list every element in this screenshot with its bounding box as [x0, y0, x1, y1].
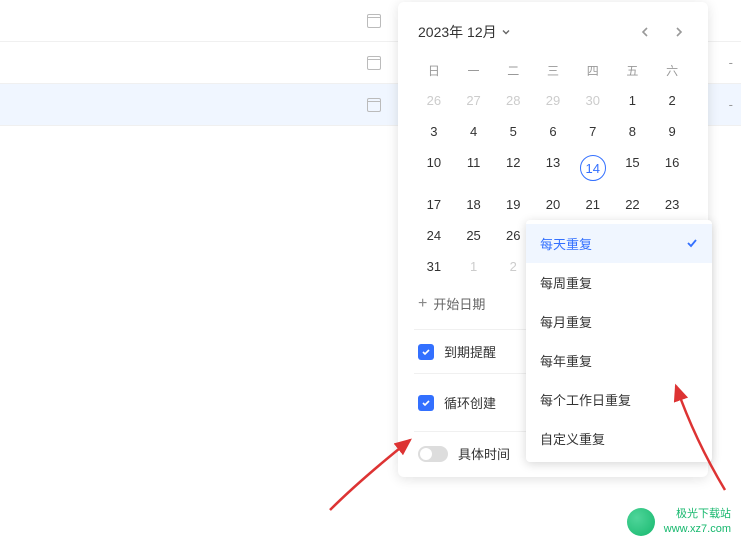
calendar-day[interactable]: 26: [414, 85, 454, 116]
repeat-dropdown-item[interactable]: 每周重复: [526, 263, 712, 302]
calendar-title: 2023年 12月: [418, 22, 497, 42]
calendar-day[interactable]: 12: [493, 147, 533, 189]
calendar-icon[interactable]: [367, 56, 381, 70]
calendar-week: 17181920212223: [414, 189, 692, 220]
chevron-down-icon: [501, 27, 511, 37]
calendar-day[interactable]: 25: [454, 220, 494, 251]
repeat-dropdown-item[interactable]: 每年重复: [526, 341, 712, 380]
watermark-logo-icon: [627, 508, 655, 536]
calendar-day[interactable]: 18: [454, 189, 494, 220]
calendar-day[interactable]: 11: [454, 147, 494, 189]
dropdown-item-label: 每年重复: [540, 351, 592, 370]
calendar-day[interactable]: 4: [454, 116, 494, 147]
chevron-right-icon: [675, 26, 683, 38]
calendar-month-selector[interactable]: 2023年 12月: [418, 22, 511, 42]
calendar-weekday: 五: [613, 56, 653, 85]
calendar-header: 2023年 12月: [414, 22, 692, 42]
calendar-day[interactable]: 21: [573, 189, 613, 220]
start-date-label: 开始日期: [433, 294, 485, 313]
watermark: 极光下载站 www.xz7.com: [664, 507, 731, 536]
row-dash: -: [729, 97, 733, 112]
watermark-brand: 极光下载站: [664, 507, 731, 521]
calendar-weekday: 六: [652, 56, 692, 85]
calendar-day[interactable]: 17: [414, 189, 454, 220]
calendar-day[interactable]: 2: [652, 85, 692, 116]
plus-icon: +: [418, 295, 427, 313]
calendar-day[interactable]: 27: [454, 85, 494, 116]
calendar-day[interactable]: 10: [414, 147, 454, 189]
dropdown-item-label: 每月重复: [540, 312, 592, 331]
calendar-icon[interactable]: [367, 14, 381, 28]
calendar-week: 10111213141516: [414, 147, 692, 189]
watermark-url: www.xz7.com: [664, 522, 731, 536]
check-icon: [421, 347, 431, 357]
calendar-weekdays: 日一二三四五六: [414, 56, 692, 85]
calendar-day[interactable]: 1: [613, 85, 653, 116]
calendar-weekday: 四: [573, 56, 613, 85]
calendar-week: 262728293012: [414, 85, 692, 116]
calendar-icon[interactable]: [367, 98, 381, 112]
calendar-day[interactable]: 3: [414, 116, 454, 147]
calendar-day[interactable]: 19: [493, 189, 533, 220]
calendar-day[interactable]: 7: [573, 116, 613, 147]
check-icon: [421, 398, 431, 408]
calendar-week: 3456789: [414, 116, 692, 147]
calendar-weekday: 二: [493, 56, 533, 85]
calendar-day[interactable]: 6: [533, 116, 573, 147]
calendar-day[interactable]: 29: [533, 85, 573, 116]
calendar-day[interactable]: 14: [573, 147, 613, 189]
calendar-day[interactable]: 24: [414, 220, 454, 251]
prev-month-button[interactable]: [636, 23, 654, 41]
dropdown-item-label: 每个工作日重复: [540, 390, 631, 409]
chevron-left-icon: [641, 26, 649, 38]
repeat-dropdown-item[interactable]: 每月重复: [526, 302, 712, 341]
calendar-weekday: 一: [454, 56, 494, 85]
calendar-day[interactable]: 15: [613, 147, 653, 189]
calendar-day[interactable]: 22: [613, 189, 653, 220]
calendar-day[interactable]: 31: [414, 251, 454, 282]
next-month-button[interactable]: [670, 23, 688, 41]
check-icon: [686, 237, 698, 251]
repeat-checkbox[interactable]: [418, 395, 434, 411]
calendar-day[interactable]: 5: [493, 116, 533, 147]
calendar-day[interactable]: 16: [652, 147, 692, 189]
row-dash: -: [729, 55, 733, 70]
calendar-day[interactable]: 8: [613, 116, 653, 147]
repeat-dropdown-item[interactable]: 自定义重复: [526, 419, 712, 458]
calendar-day[interactable]: 13: [533, 147, 573, 189]
calendar-nav: [636, 23, 688, 41]
repeat-dropdown: 每天重复每周重复每月重复每年重复每个工作日重复自定义重复: [526, 220, 712, 462]
reminder-checkbox[interactable]: [418, 344, 434, 360]
calendar-day[interactable]: 28: [493, 85, 533, 116]
calendar-day[interactable]: 1: [454, 251, 494, 282]
repeat-dropdown-item[interactable]: 每天重复: [526, 224, 712, 263]
specific-time-toggle[interactable]: [418, 446, 448, 462]
calendar-day[interactable]: 23: [652, 189, 692, 220]
calendar-day[interactable]: 9: [652, 116, 692, 147]
calendar-weekday: 三: [533, 56, 573, 85]
calendar-weekday: 日: [414, 56, 454, 85]
dropdown-item-label: 每周重复: [540, 273, 592, 292]
calendar-day[interactable]: 20: [533, 189, 573, 220]
dropdown-item-label: 每天重复: [540, 234, 592, 253]
calendar-day[interactable]: 30: [573, 85, 613, 116]
dropdown-item-label: 自定义重复: [540, 429, 605, 448]
repeat-dropdown-item[interactable]: 每个工作日重复: [526, 380, 712, 419]
